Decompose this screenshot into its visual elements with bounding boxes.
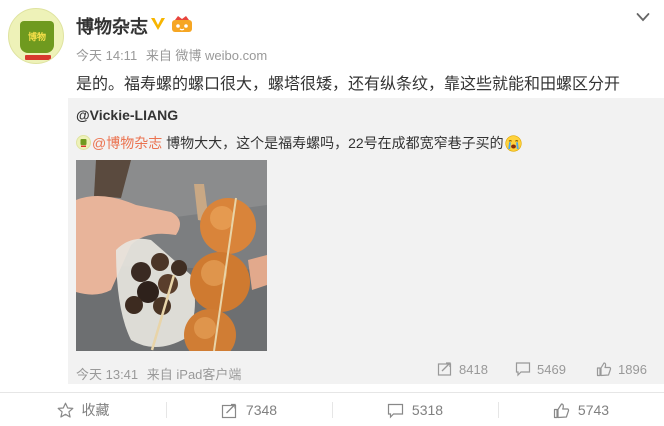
verified-icon bbox=[151, 18, 165, 30]
reposted-weibo[interactable]: @Vickie-LIANG @博物杂志 博物大大，这个是福寿螺吗，22号在成都宽… bbox=[68, 98, 664, 384]
thumbs-up-icon bbox=[596, 362, 612, 377]
repost-like-count: 1896 bbox=[618, 361, 647, 377]
repost-comment-button[interactable]: 5469 bbox=[515, 360, 566, 378]
repost-icon bbox=[437, 362, 452, 376]
avatar[interactable]: 博物 bbox=[8, 8, 64, 64]
repost-time[interactable]: 今天 13:41 bbox=[76, 367, 138, 382]
repost-meta: 今天 13:41 来自 iPad客户端 bbox=[76, 364, 246, 383]
post-text: 是的。福寿螺的螺口很大，螺塔很矮，还有纵条纹，靠这些就能和田螺区分开 bbox=[76, 76, 621, 93]
repost-source[interactable]: 来自 iPad客户端 bbox=[147, 367, 242, 382]
repost-text: @博物杂志 博物大大，这个是福寿螺吗，22号在成都宽窄巷子买的 bbox=[76, 133, 522, 153]
user-name[interactable]: 博物杂志 bbox=[76, 13, 148, 39]
repost-body: 博物大大，这个是福寿螺吗，22号在成都宽窄巷子买的 bbox=[162, 135, 504, 151]
post-source[interactable]: 来自 微博 weibo.com bbox=[146, 48, 267, 63]
repost-repost-button[interactable]: 8418 bbox=[437, 360, 488, 378]
chevron-down-icon[interactable] bbox=[636, 12, 650, 22]
repost-count: 7348 bbox=[245, 402, 278, 418]
like-button[interactable]: 5743 bbox=[498, 393, 664, 426]
action-bar: 收藏 7348 5318 5743 bbox=[0, 392, 664, 426]
mention-link[interactable]: @博物杂志 bbox=[92, 135, 162, 151]
vip-icon[interactable] bbox=[171, 15, 193, 33]
repost-comment-count: 5469 bbox=[537, 361, 566, 377]
comment-button[interactable]: 5318 bbox=[332, 393, 498, 426]
repost-like-button[interactable]: 1896 bbox=[596, 360, 647, 378]
crying-emoji-icon bbox=[505, 135, 522, 152]
mention-profile-icon bbox=[76, 135, 91, 150]
repost-repost-count: 8418 bbox=[459, 361, 488, 377]
thumbs-up-icon bbox=[553, 402, 570, 418]
snail-skewer-photo[interactable] bbox=[76, 160, 267, 351]
favorite-button[interactable]: 收藏 bbox=[0, 393, 166, 426]
post-time[interactable]: 今天 14:11 bbox=[76, 48, 137, 63]
repost-icon bbox=[221, 403, 237, 418]
repost-button[interactable]: 7348 bbox=[166, 393, 332, 426]
like-count: 5743 bbox=[577, 402, 610, 418]
comment-count: 5318 bbox=[411, 402, 444, 418]
favorite-label: 收藏 bbox=[81, 402, 110, 418]
comment-icon bbox=[387, 403, 404, 418]
post-meta: 今天 14:11 来自 微博 weibo.com bbox=[76, 45, 272, 64]
repost-author[interactable]: @Vickie-LIANG bbox=[76, 107, 178, 123]
comment-icon bbox=[515, 362, 531, 377]
star-icon bbox=[57, 402, 73, 418]
avatar-logo-text: 博物 bbox=[27, 32, 46, 42]
